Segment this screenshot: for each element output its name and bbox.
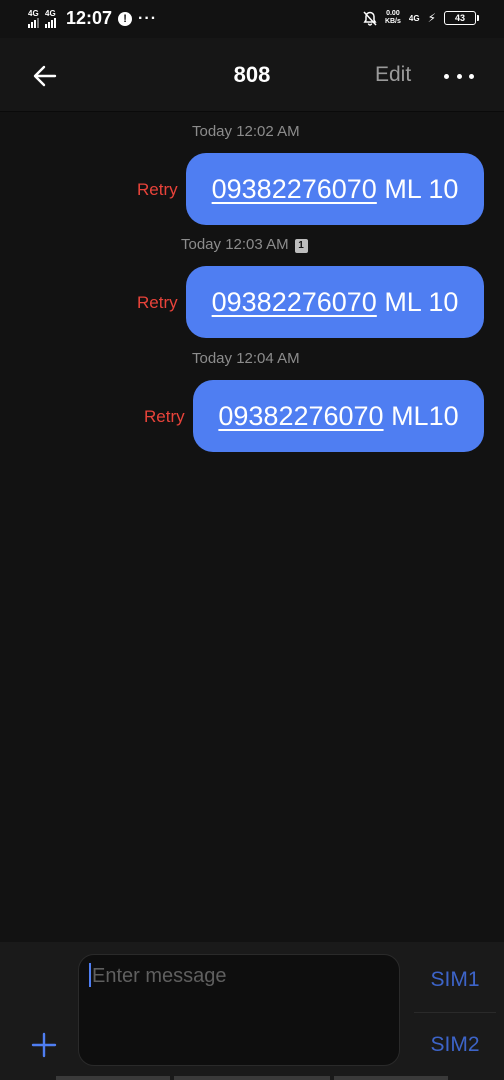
message-bubble[interactable]: 09382276070 ML 10 — [186, 153, 484, 225]
status-right: 0.00 KB/s 4G ⚡ 43 — [363, 10, 479, 26]
nav-hint-right — [334, 1076, 448, 1080]
message-timestamp: Today 12:02 AM — [192, 123, 300, 140]
sim1-signal-icon: 4G — [28, 8, 39, 28]
message-text: ML 10 — [376, 173, 459, 204]
sim2-signal-icon: 4G — [45, 8, 56, 28]
nav-hint-center — [174, 1076, 330, 1080]
status-bar: 4G 4G 12:07 ! ··· 0.00 KB/s 4G ⚡ 43 — [0, 0, 504, 38]
bolt-icon: ⚡ — [427, 11, 436, 25]
send-sim2-button[interactable]: SIM2 — [414, 1013, 496, 1077]
retry-button[interactable]: Retry — [144, 407, 185, 427]
message-bubble[interactable]: 09382276070 ML 10 — [186, 266, 484, 338]
sim1-network-label: 4G — [28, 8, 39, 18]
conversation-title: 808 — [233, 62, 271, 87]
battery-level: 43 — [454, 13, 465, 23]
retry-button[interactable]: Retry — [137, 180, 178, 200]
plus-icon[interactable] — [29, 1030, 59, 1060]
status-time: 12:07 — [66, 8, 113, 28]
more-notifications-icon: ··· — [138, 9, 158, 27]
network-speed: 0.00 KB/s — [385, 10, 401, 26]
message-input[interactable]: Enter message — [78, 954, 400, 1066]
network-speed-unit: KB/s — [384, 18, 401, 25]
timestamp-text: Today 12:02 AM — [192, 123, 300, 140]
message-input-placeholder: Enter message — [92, 965, 227, 987]
alert-circle-icon: ! — [118, 11, 133, 26]
text-cursor — [89, 963, 91, 987]
bell-off-icon — [363, 10, 377, 26]
timestamp-text: Today 12:03 AM — [181, 236, 289, 253]
conversation-header: 808 Edit — [0, 38, 504, 112]
message-bubble[interactable]: 09382276070 ML10 — [193, 380, 484, 452]
status-left: 4G 4G 12:07 ! ··· — [28, 8, 157, 29]
battery-icon: 43 — [444, 11, 479, 25]
phone-number-link[interactable]: 09382276070 — [212, 174, 377, 205]
sim2-network-label: 4G — [45, 8, 56, 18]
nav-hint-left — [56, 1076, 170, 1080]
phone-number-link[interactable]: 09382276070 — [212, 287, 377, 318]
message-timestamp: Today 12:04 AM — [192, 350, 300, 367]
network-speed-value: 0.00 — [386, 10, 400, 17]
sim-badge-icon: 1 — [294, 239, 308, 253]
message-timestamp: Today 12:03 AM 1 — [181, 236, 308, 253]
message-composer: Enter message SIM1 SIM2 — [0, 942, 504, 1080]
edit-button[interactable]: Edit — [375, 63, 411, 87]
message-text: ML 10 — [376, 286, 459, 317]
message-text: ML10 — [383, 400, 459, 431]
retry-button[interactable]: Retry — [137, 293, 178, 313]
data-network-label: 4G — [408, 13, 420, 23]
more-horizontal-icon[interactable] — [444, 66, 474, 86]
send-sim1-button[interactable]: SIM1 — [414, 948, 496, 1013]
timestamp-text: Today 12:04 AM — [192, 350, 300, 367]
phone-number-link[interactable]: 09382276070 — [218, 401, 383, 432]
